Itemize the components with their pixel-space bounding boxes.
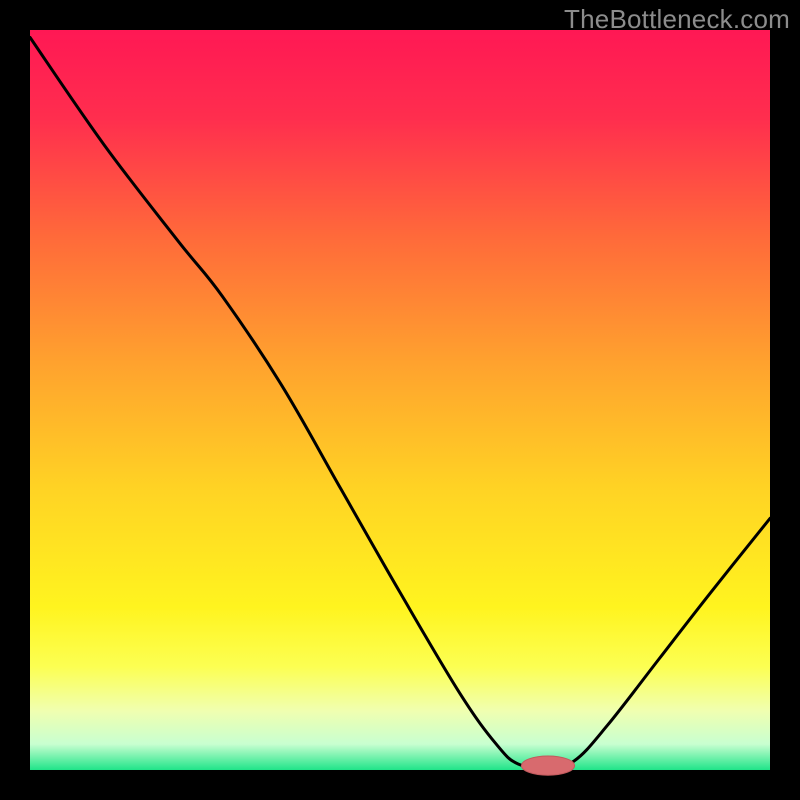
bottleneck-chart [0,0,800,800]
optimal-marker [521,756,574,775]
watermark-text: TheBottleneck.com [564,4,790,35]
chart-frame: { "watermark": "TheBottleneck.com", "col… [0,0,800,800]
